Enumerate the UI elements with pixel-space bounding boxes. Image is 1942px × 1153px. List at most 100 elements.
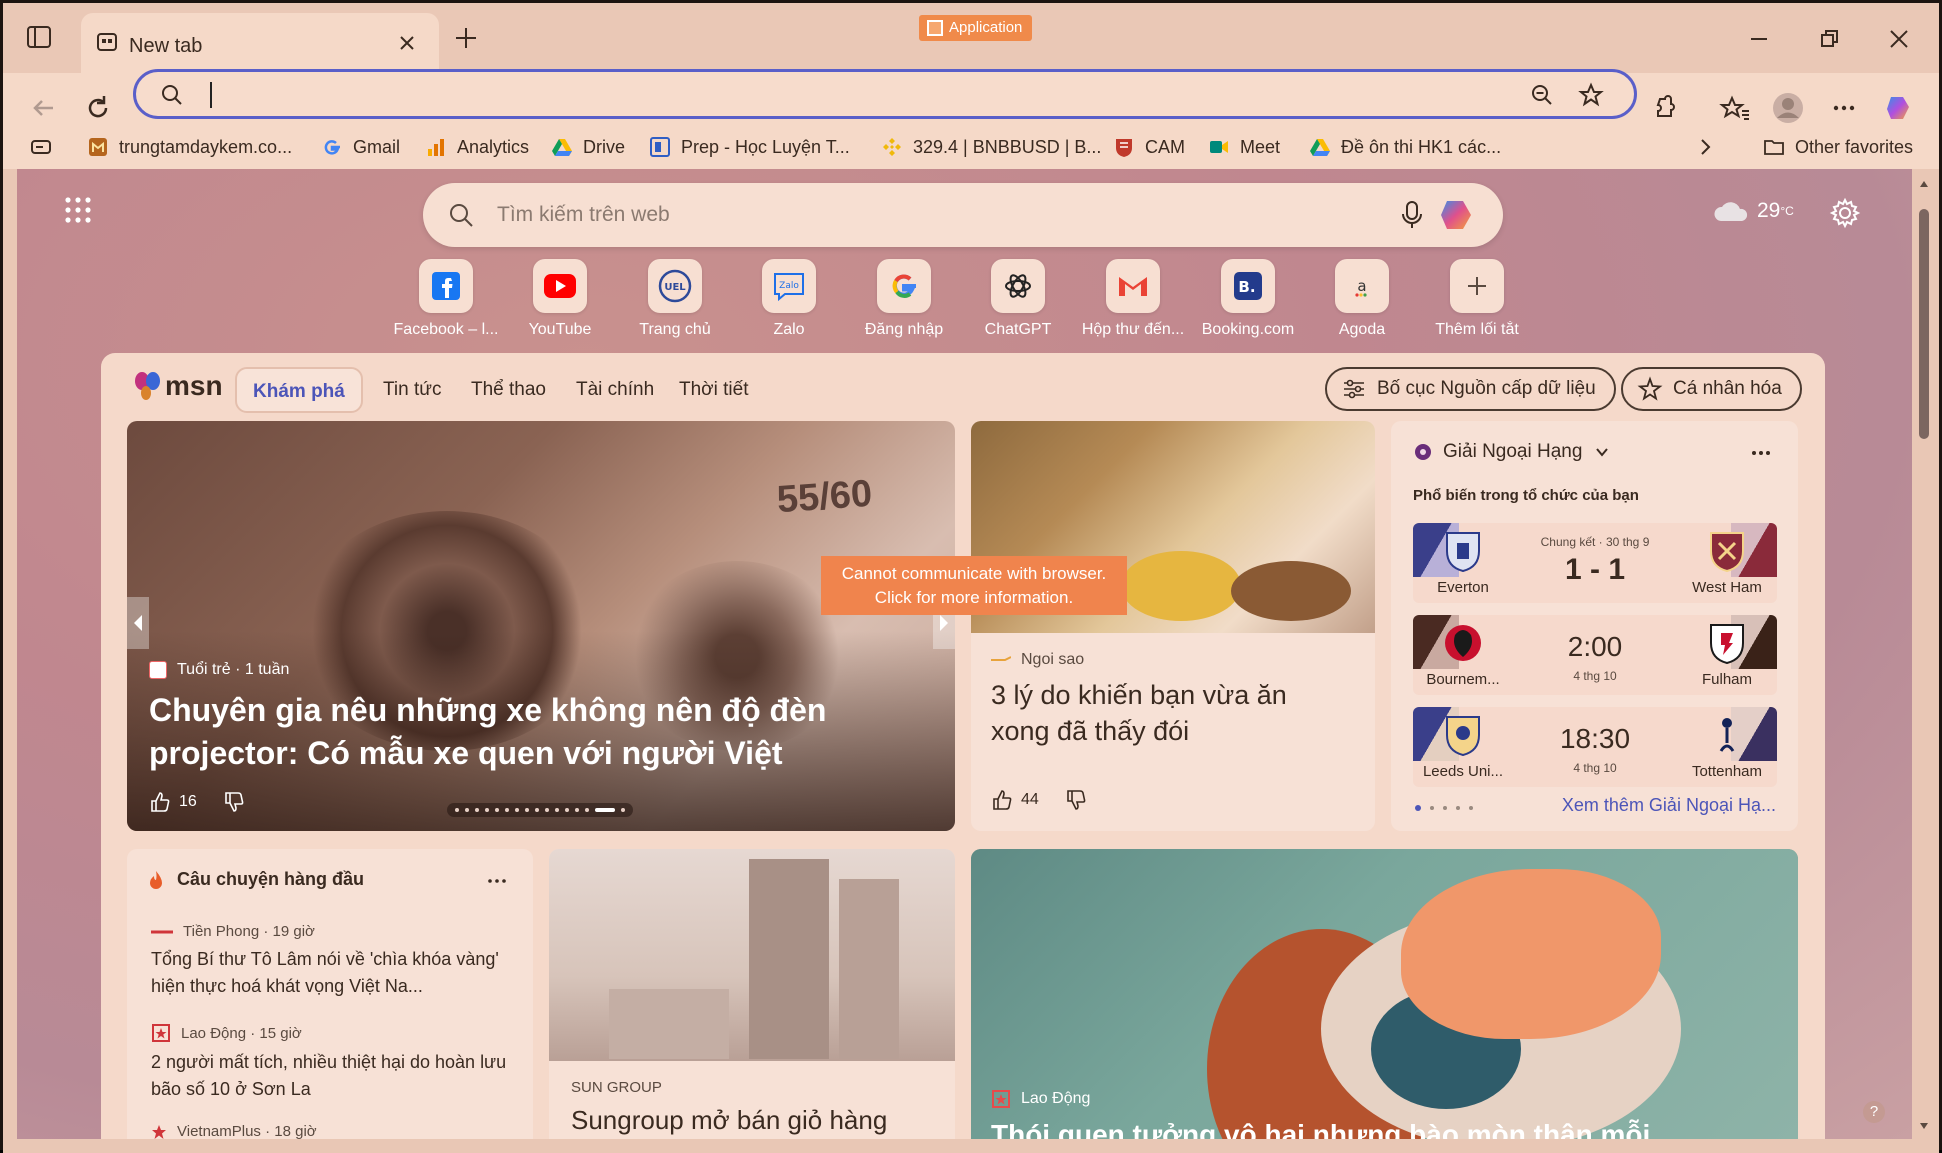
article-card-ngoi-sao[interactable]: Ngoi sao 3 lý do khiến bạn vừa ăn xong đ… bbox=[971, 421, 1375, 831]
address-bar[interactable] bbox=[133, 69, 1637, 119]
building-shape bbox=[839, 879, 899, 1059]
story-title: Tổng Bí thư Tô Lâm nói về 'chìa khóa vàn… bbox=[151, 949, 499, 996]
favorites-icon[interactable] bbox=[1718, 91, 1752, 125]
bournemouth-crest-icon bbox=[1445, 625, 1481, 661]
carousel-prev-button[interactable] bbox=[127, 597, 149, 649]
home-team: Everton bbox=[1437, 579, 1489, 596]
folder-icon bbox=[1764, 140, 1784, 155]
chevron-down-icon bbox=[1596, 448, 1609, 457]
page-scrollbar[interactable] bbox=[1917, 179, 1931, 1131]
prep-icon bbox=[650, 137, 670, 157]
nav-kham-pha[interactable]: Khám phá bbox=[235, 367, 363, 413]
profile-avatar-icon[interactable] bbox=[1771, 91, 1805, 125]
article-card-lao-dong[interactable]: Lao Động Thói quen tưởng vô hại nhưng bà… bbox=[971, 849, 1798, 1139]
chevron-right-icon[interactable] bbox=[1695, 137, 1715, 157]
favorite-cam[interactable]: CAM bbox=[1113, 133, 1185, 161]
add-favorite-star-icon[interactable] bbox=[1578, 82, 1604, 108]
flame-icon bbox=[150, 870, 162, 889]
article-source: SUN GROUP bbox=[571, 1079, 662, 1096]
favorite-trungtamdaykem[interactable]: trungtamdaykem.co... bbox=[87, 133, 292, 161]
favorite-de-on-thi[interactable]: Đề ôn thi HK1 các... bbox=[1309, 133, 1501, 161]
match-row[interactable]: Leeds Uni... Tottenham 18:30 4 thg 10 bbox=[1413, 707, 1777, 787]
collections-icon[interactable] bbox=[29, 135, 53, 159]
shortcut-agoda[interactable]: a Agoda bbox=[1307, 259, 1417, 339]
shortcut-dang-nhap[interactable]: Đăng nhập bbox=[849, 259, 959, 339]
favorite-drive[interactable]: Drive bbox=[551, 133, 625, 161]
tab-actions-icon[interactable] bbox=[25, 23, 53, 51]
shortcut-zalo[interactable]: Zalo Zalo bbox=[734, 259, 844, 339]
thumbs-up-icon[interactable] bbox=[991, 789, 1013, 811]
cloud-icon bbox=[1714, 202, 1748, 221]
scroll-down-icon[interactable] bbox=[1919, 1121, 1929, 1131]
close-tab-icon[interactable] bbox=[395, 31, 419, 55]
close-window-icon[interactable] bbox=[1883, 23, 1915, 55]
shortcut-hop-thu-den[interactable]: Hộp thư đến... bbox=[1078, 259, 1188, 339]
lao-dong-logo-icon bbox=[992, 1090, 1010, 1108]
shortcut-youtube[interactable]: YouTube bbox=[505, 259, 615, 339]
shortcut-booking[interactable]: B. Booking.com bbox=[1193, 259, 1303, 339]
nav-thoi-tiet[interactable]: Thời tiết bbox=[679, 367, 748, 413]
match-row[interactable]: Bournem... Fulham 2:00 4 thg 10 bbox=[1413, 615, 1777, 695]
web-search-box[interactable]: Tìm kiếm trên web bbox=[423, 183, 1503, 247]
nav-tin-tuc[interactable]: Tin tức bbox=[383, 367, 441, 413]
shortcut-chatgpt[interactable]: ChatGPT bbox=[963, 259, 1073, 339]
thumbs-up-icon[interactable] bbox=[149, 791, 171, 813]
away-team: Tottenham bbox=[1691, 763, 1763, 780]
match-meta: Chung kết · 30 thg 9 bbox=[1540, 535, 1650, 549]
personalize-button[interactable]: Cá nhân hóa bbox=[1621, 367, 1802, 411]
copilot-icon[interactable] bbox=[1883, 91, 1917, 125]
new-tab-icon[interactable] bbox=[451, 23, 481, 53]
help-icon[interactable]: ? bbox=[1863, 1101, 1885, 1123]
thumbs-down-icon[interactable] bbox=[223, 791, 245, 813]
microphone-icon[interactable] bbox=[1397, 199, 1427, 231]
sports-page-dots[interactable] bbox=[1415, 805, 1473, 811]
settings-gear-icon[interactable] bbox=[1829, 197, 1861, 229]
away-team: West Ham bbox=[1692, 579, 1762, 596]
article-image bbox=[549, 849, 955, 1061]
shortcut-trang-chu[interactable]: UEL Trang chủ bbox=[620, 259, 730, 339]
msn-logo[interactable]: msn bbox=[131, 369, 223, 403]
league-selector[interactable]: Giải Ngoại Hạng bbox=[1413, 441, 1610, 463]
ngoi-sao-logo-icon bbox=[991, 656, 1011, 661]
drive-icon bbox=[1310, 139, 1330, 156]
tab-new-tab[interactable]: New tab bbox=[81, 13, 439, 73]
favorite-binance[interactable]: 329.4 | BNBBUSD | B... bbox=[881, 133, 1101, 161]
tien-phong-logo-icon bbox=[151, 930, 173, 933]
more-options-icon[interactable] bbox=[1750, 445, 1772, 461]
hero-article-card[interactable]: 55/60 Tuổi trẻ · 1 tuần Chuyên gia nêu n… bbox=[127, 421, 955, 831]
match-row[interactable]: Everton West Ham Chung kết · 30 thg 9 1 … bbox=[1413, 523, 1777, 603]
refresh-icon[interactable] bbox=[81, 91, 115, 125]
nav-the-thao[interactable]: Thể thao bbox=[471, 367, 546, 413]
favorite-gmail[interactable]: Gmail bbox=[321, 133, 400, 161]
favorite-analytics[interactable]: Analytics bbox=[425, 133, 529, 161]
scroll-up-icon[interactable] bbox=[1919, 179, 1929, 189]
scroll-thumb[interactable] bbox=[1919, 209, 1929, 439]
see-more-league-link[interactable]: Xem thêm Giải Ngoại Hạ... bbox=[1562, 795, 1776, 816]
copilot-icon[interactable] bbox=[1437, 197, 1477, 233]
other-favorites[interactable]: Other favorites bbox=[1763, 133, 1913, 161]
hero-headline: Chuyên gia nêu những xe không nên độ đèn… bbox=[149, 692, 827, 771]
feed-layout-button[interactable]: Bố cục Nguồn cấp dữ liệu bbox=[1325, 367, 1616, 411]
favorite-prep[interactable]: Prep - Học Luyện T... bbox=[649, 133, 850, 161]
more-options-icon[interactable] bbox=[487, 875, 507, 887]
extensions-icon[interactable] bbox=[1648, 91, 1682, 125]
shortcut-add[interactable]: Thêm lối tắt bbox=[1422, 259, 1532, 339]
browser-error-toast[interactable]: Cannot communicate with browser. Click f… bbox=[821, 556, 1127, 615]
story-item[interactable]: Lao Động · 15 giờ 2 người mất tích, nhiề… bbox=[151, 1023, 511, 1103]
favorite-meet[interactable]: Meet bbox=[1208, 133, 1280, 161]
nav-tai-chinh[interactable]: Tài chính bbox=[576, 367, 654, 413]
minimize-icon[interactable] bbox=[1743, 23, 1775, 55]
hand-shape bbox=[1401, 869, 1661, 1039]
zoom-out-icon[interactable] bbox=[1530, 83, 1554, 107]
back-icon[interactable] bbox=[27, 91, 61, 125]
thumbs-down-icon[interactable] bbox=[1065, 789, 1087, 811]
shortcut-facebook[interactable]: Facebook – l... bbox=[391, 259, 501, 339]
carousel-dots[interactable] bbox=[447, 803, 633, 817]
restore-icon[interactable] bbox=[1813, 23, 1845, 55]
story-item[interactable]: Tiền Phong · 19 giờ Tổng Bí thư Tô Lâm n… bbox=[151, 923, 511, 1000]
weather-widget[interactable]: 29 °C bbox=[1713, 199, 1794, 223]
apps-grid-icon[interactable] bbox=[63, 195, 93, 225]
svg-text:UEL: UEL bbox=[664, 282, 686, 293]
article-card-sun-group[interactable]: SUN GROUP Sungroup mở bán giỏ hàng bbox=[549, 849, 955, 1139]
more-menu-icon[interactable] bbox=[1827, 91, 1861, 125]
